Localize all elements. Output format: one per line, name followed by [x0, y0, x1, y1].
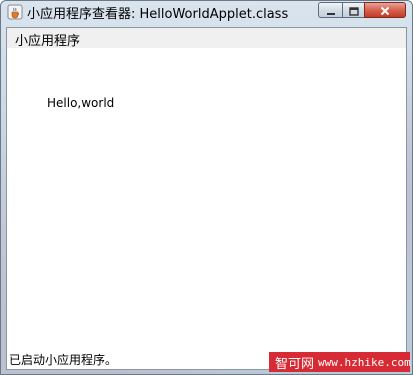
site-watermark: 智可网 www.hzhike.com: [269, 352, 411, 372]
status-text: 已启动小应用程序。: [9, 353, 118, 367]
applet-canvas: Hello,world: [7, 48, 406, 348]
maximize-icon: [348, 1, 359, 20]
close-button[interactable]: [364, 2, 406, 18]
close-icon: [380, 1, 390, 20]
minimize-icon: [326, 1, 336, 20]
watermark-name: 智可网: [275, 356, 315, 372]
minimize-button[interactable]: [318, 2, 342, 18]
caption-buttons: [318, 2, 406, 18]
applet-output-text: Hello,world: [47, 96, 115, 110]
maximize-button[interactable]: [342, 2, 364, 18]
watermark-url: www.hzhike.com: [318, 355, 411, 369]
window-title: 小应用程序查看器: HelloWorldApplet.class: [27, 7, 289, 22]
menu-applet[interactable]: 小应用程序: [11, 29, 84, 50]
java-cup-icon[interactable]: [7, 4, 23, 20]
title-bar[interactable]: 小应用程序查看器: HelloWorldApplet.class: [1, 1, 412, 23]
menu-bar: 小应用程序: [7, 28, 406, 50]
client-area: 小应用程序 Hello,world 已启动小应用程序。: [6, 27, 407, 370]
applet-viewer-window: 小应用程序查看器: HelloWorldApplet.class 小应用程序 H…: [0, 0, 413, 375]
